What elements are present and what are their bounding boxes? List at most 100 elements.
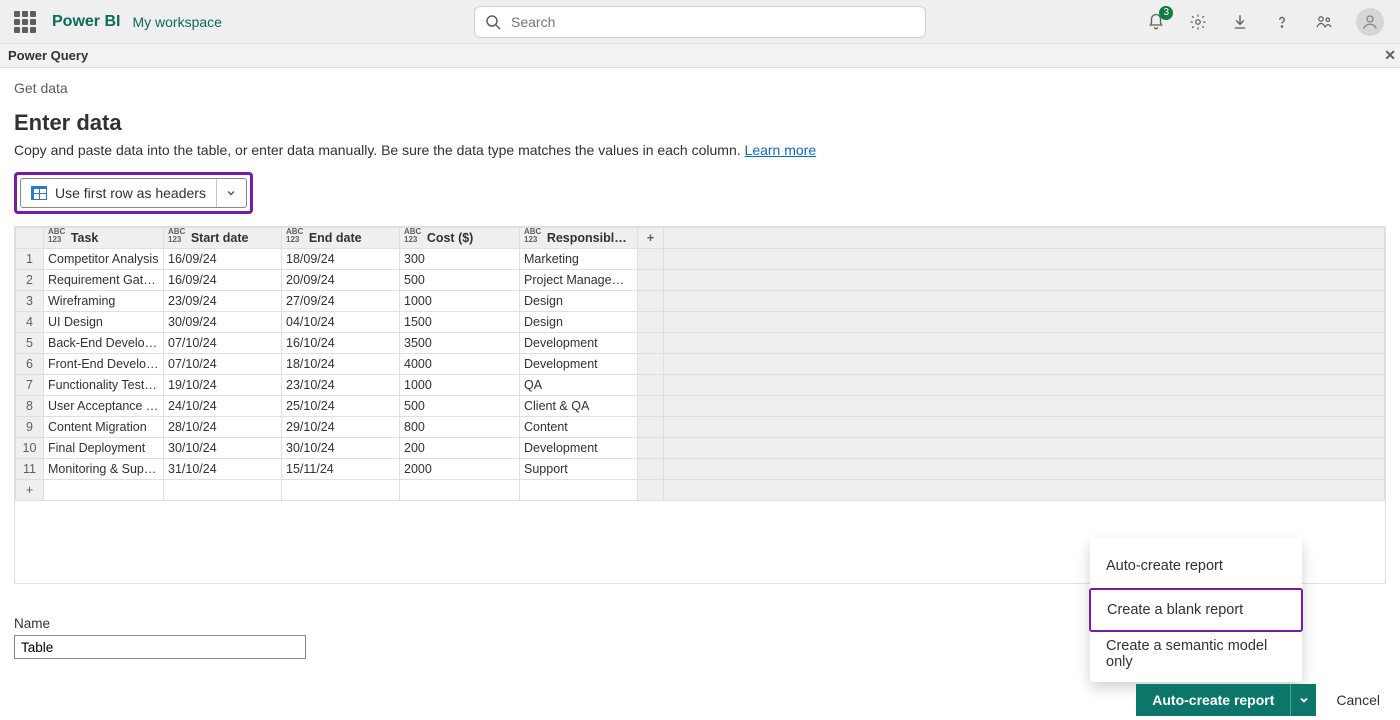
search-input[interactable] bbox=[474, 6, 926, 38]
empty-cell[interactable] bbox=[520, 480, 638, 501]
cell[interactable]: User Acceptance T… bbox=[44, 396, 164, 417]
cell[interactable]: Development bbox=[520, 438, 638, 459]
avatar[interactable] bbox=[1356, 8, 1384, 36]
table-row[interactable]: 11Monitoring & Support31/10/2415/11/2420… bbox=[16, 459, 1385, 480]
cell[interactable]: 23/09/24 bbox=[164, 291, 282, 312]
column-header[interactable]: ABC123 Task bbox=[44, 228, 164, 249]
use-first-row-button[interactable]: Use first row as headers bbox=[20, 178, 247, 208]
column-header[interactable]: ABC123 Responsible Te… bbox=[520, 228, 638, 249]
auto-create-report-button[interactable]: Auto-create report bbox=[1136, 684, 1290, 716]
name-field[interactable] bbox=[14, 635, 306, 659]
cell[interactable]: 18/10/24 bbox=[282, 354, 400, 375]
cell[interactable]: 16/09/24 bbox=[164, 270, 282, 291]
cell[interactable]: 07/10/24 bbox=[164, 354, 282, 375]
add-row-button[interactable]: + bbox=[16, 480, 44, 501]
column-header[interactable]: ABC123 Start date bbox=[164, 228, 282, 249]
table-row[interactable]: 1Competitor Analysis16/09/2418/09/24300M… bbox=[16, 249, 1385, 270]
cell[interactable]: 16/09/24 bbox=[164, 249, 282, 270]
add-column-button[interactable]: + bbox=[638, 228, 664, 249]
cancel-button[interactable]: Cancel bbox=[1336, 692, 1380, 708]
close-icon[interactable]: ✕ bbox=[1384, 47, 1396, 64]
cell[interactable]: 24/10/24 bbox=[164, 396, 282, 417]
cell[interactable]: 200 bbox=[400, 438, 520, 459]
cell[interactable]: 16/10/24 bbox=[282, 333, 400, 354]
data-grid[interactable]: ABC123 TaskABC123 Start dateABC123 End d… bbox=[14, 226, 1386, 584]
table-row[interactable]: 3Wireframing23/09/2427/09/241000Design bbox=[16, 291, 1385, 312]
table-row[interactable]: 10Final Deployment30/10/2430/10/24200Dev… bbox=[16, 438, 1385, 459]
cell[interactable]: 07/10/24 bbox=[164, 333, 282, 354]
cell[interactable]: 30/10/24 bbox=[282, 438, 400, 459]
cell[interactable]: Client & QA bbox=[520, 396, 638, 417]
cell[interactable]: 30/10/24 bbox=[164, 438, 282, 459]
notifications-icon[interactable]: 3 bbox=[1146, 12, 1166, 32]
cell[interactable]: 800 bbox=[400, 417, 520, 438]
column-header[interactable]: ABC123 End date bbox=[282, 228, 400, 249]
cell[interactable]: Back-End Develop… bbox=[44, 333, 164, 354]
learn-more-link[interactable]: Learn more bbox=[745, 142, 817, 158]
table-row[interactable]: 5Back-End Develop…07/10/2416/10/243500De… bbox=[16, 333, 1385, 354]
empty-cell[interactable] bbox=[44, 480, 164, 501]
empty-cell[interactable] bbox=[164, 480, 282, 501]
cell[interactable]: 1500 bbox=[400, 312, 520, 333]
menu-item[interactable]: Create a blank report bbox=[1089, 588, 1303, 632]
table-row[interactable]: 2Requirement Gathe…16/09/2420/09/24500Pr… bbox=[16, 270, 1385, 291]
cell[interactable]: UI Design bbox=[44, 312, 164, 333]
cell[interactable]: Development bbox=[520, 333, 638, 354]
cell[interactable]: Content Migration bbox=[44, 417, 164, 438]
app-launcher-icon[interactable] bbox=[14, 11, 36, 33]
cell[interactable]: Front-End Develop… bbox=[44, 354, 164, 375]
cell[interactable]: 28/10/24 bbox=[164, 417, 282, 438]
cell[interactable]: 2000 bbox=[400, 459, 520, 480]
cell[interactable]: Content bbox=[520, 417, 638, 438]
cell[interactable]: Design bbox=[520, 312, 638, 333]
cell[interactable]: Marketing bbox=[520, 249, 638, 270]
cell[interactable]: 04/10/24 bbox=[282, 312, 400, 333]
cell[interactable]: 3500 bbox=[400, 333, 520, 354]
cell[interactable]: 19/10/24 bbox=[164, 375, 282, 396]
workspace-label[interactable]: My workspace bbox=[132, 14, 221, 30]
table-row[interactable]: 6Front-End Develop…07/10/2418/10/244000D… bbox=[16, 354, 1385, 375]
search-field[interactable] bbox=[509, 13, 915, 31]
auto-create-chevron-icon[interactable] bbox=[1290, 684, 1316, 716]
cell[interactable]: 30/09/24 bbox=[164, 312, 282, 333]
cell[interactable]: Wireframing bbox=[44, 291, 164, 312]
cell[interactable]: 500 bbox=[400, 396, 520, 417]
table-row[interactable]: 9Content Migration28/10/2429/10/24800Con… bbox=[16, 417, 1385, 438]
cell[interactable]: 29/10/24 bbox=[282, 417, 400, 438]
cell[interactable]: 4000 bbox=[400, 354, 520, 375]
menu-item[interactable]: Create a semantic model only bbox=[1090, 632, 1302, 676]
cell[interactable]: Support bbox=[520, 459, 638, 480]
groups-icon[interactable] bbox=[1314, 12, 1334, 32]
cell[interactable]: QA bbox=[520, 375, 638, 396]
chevron-down-icon[interactable] bbox=[216, 179, 246, 207]
cell[interactable]: 1000 bbox=[400, 291, 520, 312]
help-icon[interactable] bbox=[1272, 12, 1292, 32]
table-row[interactable]: 4UI Design30/09/2404/10/241500Design bbox=[16, 312, 1385, 333]
cell[interactable]: Monitoring & Support bbox=[44, 459, 164, 480]
cell[interactable]: 31/10/24 bbox=[164, 459, 282, 480]
empty-cell[interactable] bbox=[282, 480, 400, 501]
cell[interactable]: 18/09/24 bbox=[282, 249, 400, 270]
cell[interactable]: Development bbox=[520, 354, 638, 375]
cell[interactable]: Project Management bbox=[520, 270, 638, 291]
cell[interactable]: 1000 bbox=[400, 375, 520, 396]
cell[interactable]: 20/09/24 bbox=[282, 270, 400, 291]
cell[interactable]: Competitor Analysis bbox=[44, 249, 164, 270]
empty-cell[interactable] bbox=[400, 480, 520, 501]
cell[interactable]: 15/11/24 bbox=[282, 459, 400, 480]
cell[interactable]: Requirement Gathe… bbox=[44, 270, 164, 291]
download-icon[interactable] bbox=[1230, 12, 1250, 32]
breadcrumb[interactable]: Get data bbox=[14, 80, 1386, 96]
cell[interactable]: Design bbox=[520, 291, 638, 312]
column-header[interactable]: ABC123 Cost ($) bbox=[400, 228, 520, 249]
menu-item[interactable]: Auto-create report bbox=[1090, 544, 1302, 588]
cell[interactable]: Final Deployment bbox=[44, 438, 164, 459]
cell[interactable]: 500 bbox=[400, 270, 520, 291]
cell[interactable]: 23/10/24 bbox=[282, 375, 400, 396]
table-row[interactable]: 8User Acceptance T…24/10/2425/10/24500Cl… bbox=[16, 396, 1385, 417]
cell[interactable]: 27/09/24 bbox=[282, 291, 400, 312]
cell[interactable]: Functionality Testing bbox=[44, 375, 164, 396]
cell[interactable]: 25/10/24 bbox=[282, 396, 400, 417]
settings-icon[interactable] bbox=[1188, 12, 1208, 32]
table-row[interactable]: 7Functionality Testing19/10/2423/10/2410… bbox=[16, 375, 1385, 396]
